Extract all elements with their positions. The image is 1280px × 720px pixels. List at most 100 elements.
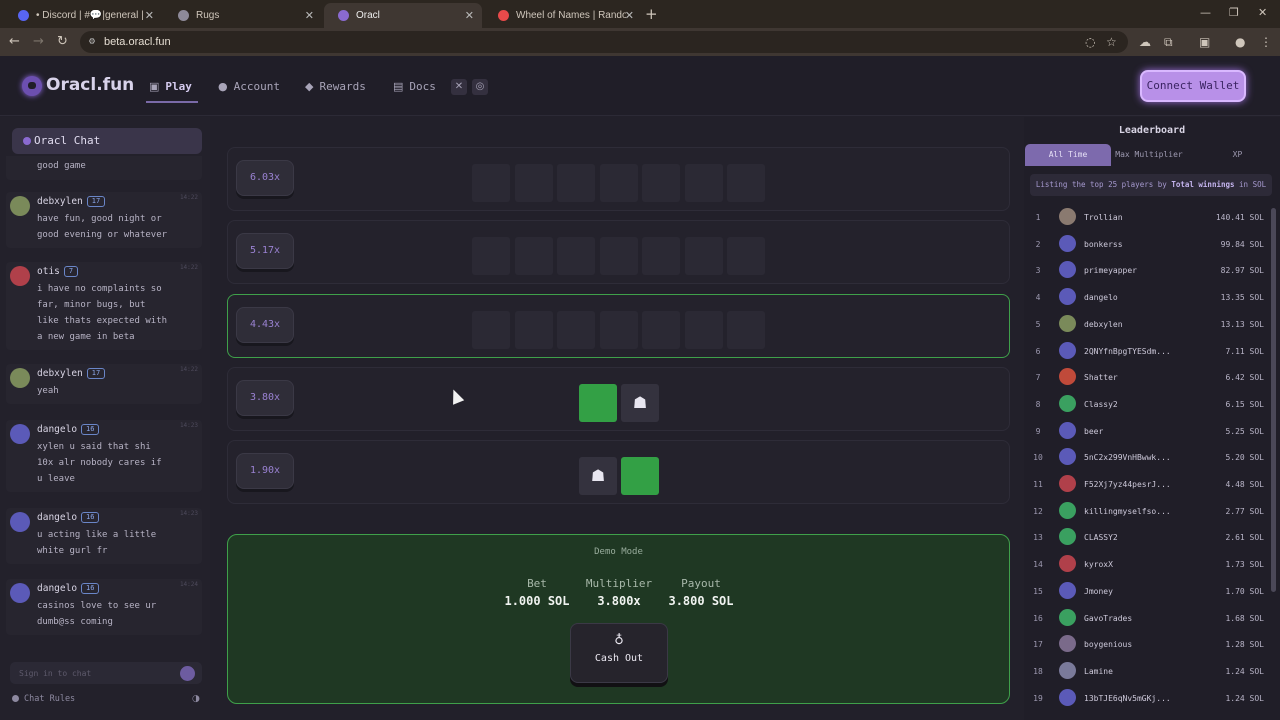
player-name[interactable]: Trollian (1084, 213, 1123, 222)
tile[interactable] (600, 311, 638, 349)
player-name[interactable]: Lamine (1084, 667, 1113, 676)
chat-username[interactable]: dangelo 16 (37, 583, 100, 594)
player-name[interactable]: dangelo (1084, 293, 1118, 302)
tile[interactable] (472, 237, 510, 275)
tile[interactable] (685, 311, 723, 349)
sidebar-icon[interactable]: ▣ (1199, 35, 1210, 49)
chat-rules-link[interactable]: Chat Rules (12, 694, 75, 704)
player-name[interactable]: bonkerss (1084, 240, 1123, 249)
nav-play[interactable]: ▣ Play (149, 80, 192, 93)
player-name[interactable]: 5nC2x299VnHBwwk... (1084, 453, 1171, 462)
oracl-logo-icon[interactable] (22, 76, 42, 96)
close-tab-icon[interactable]: ✕ (145, 9, 154, 22)
tab-max-multiplier[interactable]: Max Multiplier (1111, 144, 1187, 166)
tile[interactable] (727, 164, 765, 202)
discord-icon[interactable]: ◎ (472, 79, 488, 95)
nav-account[interactable]: ● Account (218, 80, 280, 93)
avatar[interactable] (10, 196, 30, 216)
tile[interactable] (685, 164, 723, 202)
leaderboard-row[interactable]: 15 Jmoney 1.70 SOL (1030, 578, 1270, 602)
avatar[interactable] (10, 424, 30, 444)
close-tab-icon[interactable]: ✕ (305, 9, 314, 22)
multiplier-button[interactable]: 3.80x (236, 380, 294, 416)
multiplier-button[interactable]: 6.03x (236, 160, 294, 196)
extension-cloud-icon[interactable]: ☁ (1139, 35, 1151, 49)
avatar[interactable] (10, 512, 30, 532)
tile[interactable] (557, 311, 595, 349)
chat-username[interactable]: dangelo 16 (37, 512, 100, 523)
site-logo[interactable]: Oracl.fun (46, 75, 134, 95)
leaderboard-row[interactable]: 3 primeyapper 82.97 SOL (1030, 257, 1270, 281)
tile[interactable] (515, 237, 553, 275)
player-name[interactable]: Shatter (1084, 373, 1118, 382)
url-field[interactable]: ⚙ beta.oracl.fun (80, 31, 1128, 53)
leaderboard-row[interactable]: 12 killingmyselfso... 2.77 SOL (1030, 498, 1270, 522)
tab-all-time[interactable]: All Time (1025, 144, 1111, 166)
tile[interactable] (472, 164, 510, 202)
profile-icon[interactable]: ● (1235, 35, 1245, 49)
player-name[interactable]: killingmyselfso... (1084, 507, 1171, 516)
site-info-icon[interactable]: ⚙ (89, 36, 95, 47)
leaderboard-row[interactable]: 17 boygenious 1.28 SOL (1030, 631, 1270, 655)
avatar[interactable] (10, 368, 30, 388)
eye-off-icon[interactable]: ◌ (1085, 35, 1095, 49)
menu-dots-icon[interactable]: ⋮ (1260, 35, 1272, 49)
reload-icon[interactable]: ↻ (57, 34, 68, 49)
tile[interactable] (685, 237, 723, 275)
leaderboard-row[interactable]: 13 CLASSY2 2.61 SOL (1030, 524, 1270, 548)
tile[interactable] (642, 164, 680, 202)
multiplier-button[interactable]: 5.17x (236, 233, 294, 269)
leaderboard-row[interactable]: 14 kyroxX 1.73 SOL (1030, 551, 1270, 575)
leaderboard-row[interactable]: 18 Lamine 1.24 SOL (1030, 658, 1270, 682)
player-name[interactable]: CLASSY2 (1084, 533, 1118, 542)
tile[interactable] (557, 164, 595, 202)
player-name[interactable]: debxylen (1084, 320, 1123, 329)
leaderboard-row[interactable]: 4 dangelo 13.35 SOL (1030, 284, 1270, 308)
multiplier-button[interactable]: 4.43x (236, 307, 294, 343)
player-name[interactable]: Jmoney (1084, 587, 1113, 596)
leaderboard-row[interactable]: 16 GavoTrades 1.68 SOL (1030, 605, 1270, 629)
leaderboard-row[interactable]: 1 Trollian 140.41 SOL (1030, 204, 1270, 228)
player-name[interactable]: 13bTJE6qNv5mGKj... (1084, 694, 1171, 703)
tile[interactable] (600, 164, 638, 202)
leaderboard-list[interactable]: 1 Trollian 140.41 SOL 2 bonkerss 99.84 SOL 3 pr… (1030, 204, 1270, 720)
close-tab-icon[interactable]: ✕ (625, 9, 634, 22)
player-name[interactable]: primeyapper (1084, 266, 1137, 275)
chat-bubble-icon[interactable]: ◑ (192, 694, 200, 704)
leaderboard-row[interactable]: 6 2QNYfnBpgTYESdm... 7.11 SOL (1030, 338, 1270, 362)
chat-messages[interactable]: good game debxylen 17 14:22 have fun, goo… (0, 156, 210, 640)
cash-out-button[interactable]: ♁ Cash Out (570, 623, 668, 683)
tile[interactable] (515, 311, 553, 349)
tile[interactable] (472, 311, 510, 349)
tile[interactable] (727, 237, 765, 275)
player-name[interactable]: beer (1084, 427, 1103, 436)
chat-avatar-icon[interactable] (180, 666, 195, 681)
player-name[interactable]: Classy2 (1084, 400, 1118, 409)
leaderboard-row[interactable]: 8 Classy2 6.15 SOL (1030, 391, 1270, 415)
browser-tab-oracl[interactable]: Oracl ✕ (324, 3, 482, 28)
tile[interactable] (515, 164, 553, 202)
leaderboard-row[interactable]: 10 5nC2x299VnHBwwk... 5.20 SOL (1030, 444, 1270, 468)
player-name[interactable]: boygenious (1084, 640, 1132, 649)
extensions-puzzle-icon[interactable]: ⧉ (1164, 35, 1173, 50)
leaderboard-row[interactable]: 5 debxylen 13.13 SOL (1030, 311, 1270, 335)
maximize-icon[interactable]: ❐ (1229, 6, 1239, 19)
tile[interactable] (727, 311, 765, 349)
multiplier-button[interactable]: 1.90x (236, 453, 294, 489)
back-icon[interactable]: ← (9, 34, 20, 49)
new-tab-icon[interactable]: + (645, 5, 658, 23)
tile[interactable] (600, 237, 638, 275)
avatar[interactable] (10, 583, 30, 603)
chat-username[interactable]: debxylen 17 (37, 196, 106, 207)
tile[interactable] (642, 311, 680, 349)
tile[interactable] (557, 237, 595, 275)
forward-icon[interactable]: → (33, 34, 44, 49)
player-name[interactable]: GavoTrades (1084, 614, 1132, 623)
browser-tab-rugs[interactable]: Rugs ✕ (164, 3, 322, 28)
bookmark-star-icon[interactable]: ☆ (1106, 35, 1117, 49)
close-tab-icon[interactable]: ✕ (465, 9, 474, 22)
avatar[interactable] (10, 266, 30, 286)
leaderboard-row[interactable]: 19 13bTJE6qNv5mGKj... 1.24 SOL (1030, 685, 1270, 709)
player-name[interactable]: kyroxX (1084, 560, 1113, 569)
player-name[interactable]: F52Xj7yz44pesrJ... (1084, 480, 1171, 489)
